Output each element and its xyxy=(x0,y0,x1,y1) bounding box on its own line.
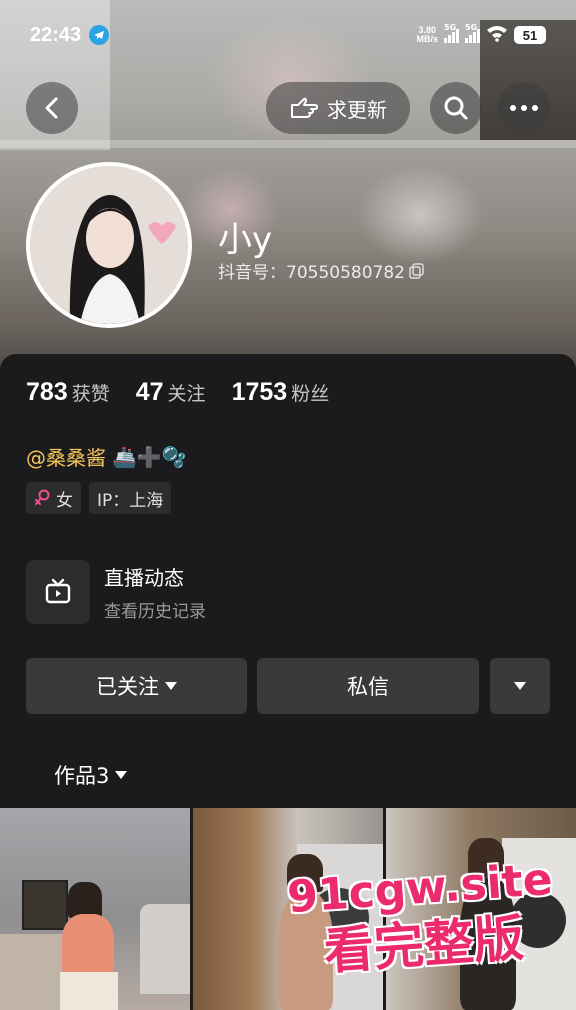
bio-mention[interactable]: @桑桑酱 xyxy=(26,442,106,471)
banner-sill xyxy=(0,140,576,148)
caret-down-icon xyxy=(514,682,526,690)
stat-followers-value: 1753 xyxy=(231,378,288,406)
thumbnail-figure-body xyxy=(62,914,114,974)
following-label: 已关注 xyxy=(96,675,159,699)
gender-label: 女 xyxy=(56,490,73,511)
nickname: 小y xyxy=(218,220,273,260)
avatar[interactable] xyxy=(26,162,192,328)
net-speed: 3.80 MB/s xyxy=(416,26,438,44)
live-subtitle: 查看历史记录 xyxy=(104,602,206,622)
status-bar: 22:43 3.80 MB/s 5G 5G 51 xyxy=(0,0,576,70)
message-button[interactable]: 私信 xyxy=(257,658,479,714)
tv-icon xyxy=(45,578,71,604)
signal-label-2: 5G xyxy=(465,23,478,32)
more-dots-icon xyxy=(510,105,538,111)
bio-line: @桑桑酱 🚢➕🫧 xyxy=(26,442,187,471)
thumbnail-frame xyxy=(22,880,68,930)
signal-icon-2: 5G xyxy=(465,23,480,43)
stat-likes-label: 获赞 xyxy=(71,383,110,405)
female-icon xyxy=(35,489,50,505)
stats-row: 783 获赞 47 关注 1753 粉丝 xyxy=(26,378,329,407)
status-icons: 3.80 MB/s 5G 5G 51 xyxy=(416,23,546,46)
live-icon-box xyxy=(26,560,90,624)
live-title: 直播动态 xyxy=(104,566,184,590)
thumbnail-figure-legs xyxy=(60,972,118,1010)
watermark: 91cgw.site 看完整版 xyxy=(268,852,575,985)
caret-down-icon xyxy=(115,771,128,779)
request-update-label: 求更新 xyxy=(327,97,387,122)
caret-down-icon xyxy=(165,682,177,690)
avatar-portrait xyxy=(30,166,188,324)
live-history-entry[interactable]: 直播动态 查看历史记录 xyxy=(26,560,206,624)
chevron-left-icon xyxy=(45,97,58,119)
stat-following[interactable]: 47 关注 xyxy=(136,378,206,407)
tab-works[interactable]: 作品3 xyxy=(54,760,128,790)
wifi-icon xyxy=(486,24,508,46)
douyin-id: 抖音号：70550580782 xyxy=(218,263,405,283)
stat-followers[interactable]: 1753 粉丝 xyxy=(232,378,330,407)
stat-likes[interactable]: 783 获赞 xyxy=(26,378,110,407)
telegram-icon xyxy=(89,25,110,45)
back-button[interactable] xyxy=(26,82,78,134)
gender-tag: 女 xyxy=(26,482,81,514)
stat-following-value: 47 xyxy=(135,378,164,406)
stat-following-label: 关注 xyxy=(167,383,206,405)
more-button[interactable] xyxy=(498,82,550,134)
ip-label: IP：上海 xyxy=(97,490,164,511)
ip-tag: IP：上海 xyxy=(89,482,172,514)
following-button[interactable]: 已关注 xyxy=(26,658,247,714)
video-thumbnail[interactable] xyxy=(0,808,190,1010)
search-button[interactable] xyxy=(430,82,482,134)
net-speed-unit: MB/s xyxy=(416,34,438,44)
battery-icon: 51 xyxy=(514,26,546,44)
stat-likes-value: 783 xyxy=(26,378,68,406)
thumbnail-figure-head xyxy=(68,882,102,918)
copy-icon[interactable] xyxy=(409,262,425,279)
search-icon xyxy=(444,96,468,120)
request-update-button[interactable]: 求更新 xyxy=(266,82,410,134)
profile-tags: 女 IP：上海 xyxy=(26,482,172,514)
hand-point-icon xyxy=(291,97,318,118)
bio-emoji: 🚢➕🫧 xyxy=(112,444,187,469)
douyin-id-row[interactable]: 抖音号：70550580782 xyxy=(218,258,425,283)
stat-followers-label: 粉丝 xyxy=(291,383,330,405)
signal-icon: 5G xyxy=(444,23,459,43)
action-buttons: 已关注 私信 xyxy=(26,658,550,714)
more-actions-button[interactable] xyxy=(490,658,550,714)
thumbnail-chair xyxy=(140,904,190,994)
message-label: 私信 xyxy=(347,675,389,699)
tab-works-label: 作品3 xyxy=(54,764,110,788)
status-time: 22:43 xyxy=(30,23,82,46)
signal-label: 5G xyxy=(444,23,457,32)
